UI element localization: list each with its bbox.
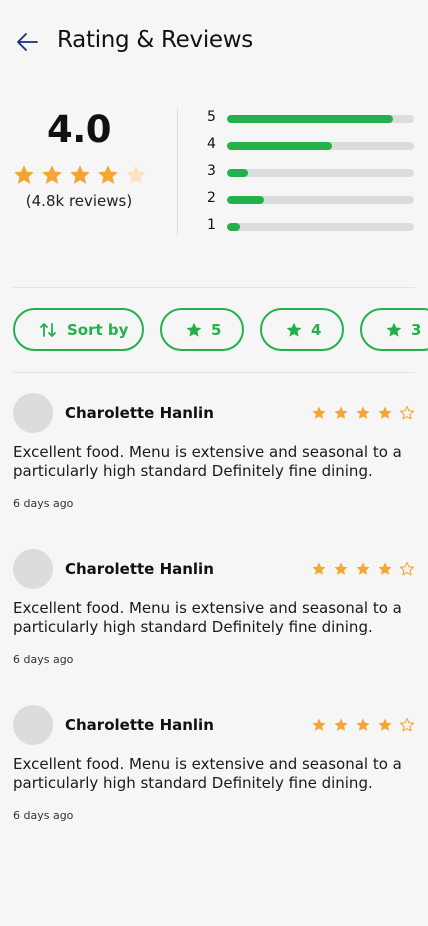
filter-chip-label: 4 (311, 321, 322, 339)
star-icon (386, 322, 402, 337)
avatar (13, 705, 53, 745)
rating-bar-track (227, 142, 414, 150)
star-icon (186, 322, 202, 337)
rating-bar-row: 2 (207, 190, 415, 208)
rating-summary: 4.0 (4.8k reviews) 5 4 3 2 1 (0, 100, 428, 240)
rating-bar-fill (227, 169, 248, 177)
rating-bar-fill (227, 196, 265, 204)
star-outline-icon (399, 405, 415, 420)
rating-bar-label: 5 (207, 109, 216, 125)
review-item: Charolette Hanlin Excellent food. Menu is… (0, 549, 428, 689)
rating-bar-fill (227, 142, 332, 150)
star-outline-icon (399, 717, 415, 732)
filter-chip-label: 3 (411, 321, 422, 339)
review-item: Charolette Hanlin Excellent food. Menu is… (0, 705, 428, 845)
star-filled-icon (98, 165, 118, 184)
divider (13, 287, 415, 288)
star-filled-icon (312, 562, 326, 575)
vertical-divider (177, 108, 178, 235)
review-text: Excellent food. Menu is extensive and se… (13, 755, 402, 792)
reviewer-name: Charolette Hanlin (65, 404, 214, 422)
star-filled-icon (312, 406, 326, 419)
reviewer-name: Charolette Hanlin (65, 560, 214, 578)
back-button[interactable] (14, 28, 42, 56)
star-filled-icon (70, 165, 90, 184)
rating-bar-track (227, 196, 414, 204)
review-stars (311, 717, 417, 733)
filter-chip-label: 5 (211, 321, 222, 339)
star-filled-icon (334, 562, 348, 575)
page-title: Rating & Reviews (57, 27, 253, 53)
rating-bar-label: 3 (207, 163, 216, 179)
header: Rating & Reviews (0, 0, 428, 84)
star-icon (286, 322, 302, 337)
rating-bar-track (227, 223, 414, 231)
review-text: Excellent food. Menu is extensive and se… (13, 443, 402, 480)
star-outline-icon (399, 561, 415, 576)
review-item: Charolette Hanlin Excellent food. Menu is… (0, 393, 428, 533)
rating-bar-label: 1 (207, 217, 216, 233)
rating-bar-track (227, 169, 414, 177)
star-filled-icon (334, 406, 348, 419)
star-filled-icon (334, 718, 348, 731)
reviewer-name: Charolette Hanlin (65, 716, 214, 734)
rating-bar-label: 2 (207, 190, 216, 206)
review-count: (4.8k reviews) (25, 192, 133, 210)
sort-icon (40, 323, 56, 337)
filter-chip-5-stars[interactable]: 5 (160, 308, 244, 351)
avatar (13, 549, 53, 589)
rating-bar-fill (227, 115, 394, 123)
review-time: 6 days ago (13, 497, 74, 510)
rating-bar-row: 5 (207, 109, 415, 127)
sort-by-button[interactable]: Sort by (13, 308, 144, 351)
review-stars (311, 561, 417, 577)
review-time: 6 days ago (13, 653, 74, 666)
filter-chip-3-stars[interactable]: 3 (360, 308, 428, 351)
review-time: 6 days ago (13, 809, 74, 822)
star-filled-icon (378, 718, 392, 731)
rating-bar-row: 3 (207, 163, 415, 181)
star-filled-icon (378, 562, 392, 575)
sort-by-label: Sort by (67, 321, 129, 339)
avatar (13, 393, 53, 433)
star-filled-icon (42, 165, 62, 184)
review-text: Excellent food. Menu is extensive and se… (13, 599, 402, 636)
rating-bar-row: 1 (207, 217, 415, 235)
star-filled-icon (14, 165, 34, 184)
star-filled-icon (312, 718, 326, 731)
star-filled-icon (378, 406, 392, 419)
rating-bar-fill (227, 223, 241, 231)
average-rating: 4.0 (46, 108, 112, 151)
star-filled-icon (356, 718, 370, 731)
star-faint-icon (126, 165, 146, 184)
star-filled-icon (356, 562, 370, 575)
rating-bar-track (227, 115, 414, 123)
filter-chips: Sort by 5 4 3 (0, 308, 428, 352)
rating-bar-row: 4 (207, 136, 415, 154)
arrow-left-icon (17, 33, 38, 51)
filter-chip-4-stars[interactable]: 4 (260, 308, 344, 351)
divider (13, 372, 415, 373)
star-filled-icon (356, 406, 370, 419)
review-stars (311, 405, 417, 421)
rating-bar-label: 4 (207, 136, 216, 152)
average-stars (12, 163, 146, 187)
